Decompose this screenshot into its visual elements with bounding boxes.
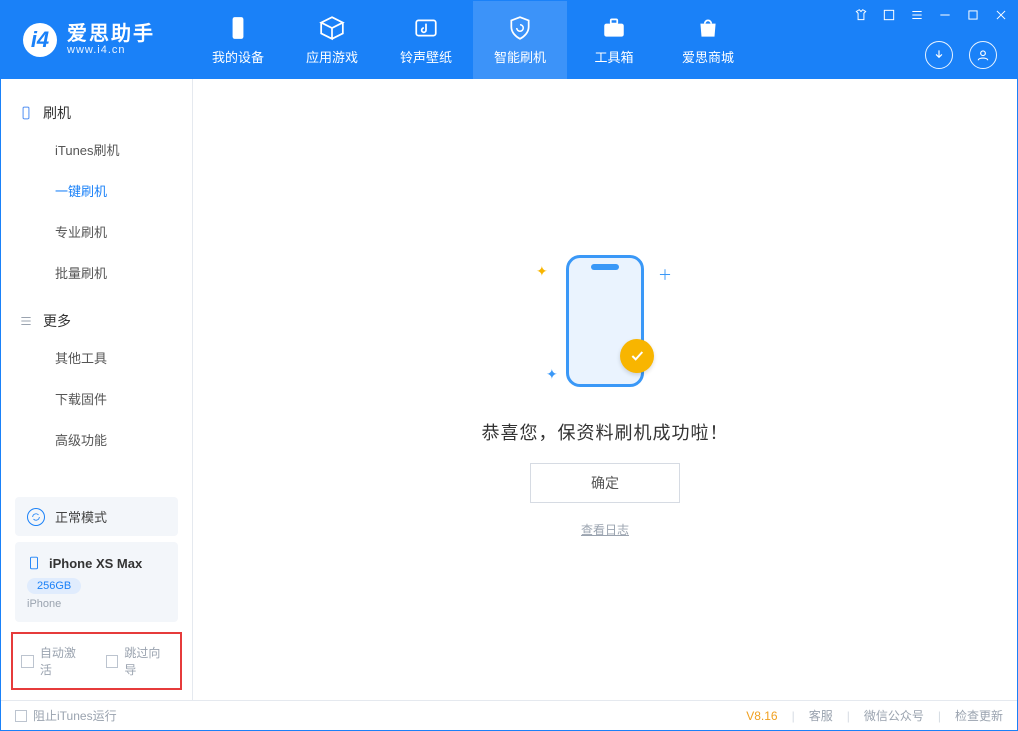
ok-button[interactable]: 确定: [530, 463, 680, 503]
separator: |: [847, 709, 850, 723]
window-controls: [853, 7, 1009, 23]
checkbox-label: 自动激活: [40, 644, 88, 678]
view-log-link[interactable]: 查看日志: [581, 521, 629, 538]
device-capacity: 256GB: [27, 578, 81, 594]
main-content: ✦ ＋ ✦ 恭喜您，保资料刷机成功啦！ 确定 查看日志: [193, 79, 1017, 700]
nav-toolbox[interactable]: 工具箱: [567, 1, 661, 79]
shield-sync-icon: [507, 15, 533, 41]
sync-icon: [27, 508, 45, 526]
device-card[interactable]: iPhone XS Max 256GB iPhone: [15, 542, 178, 622]
sidebar-group-label: 更多: [43, 311, 71, 331]
app-name: 爱思助手: [67, 24, 155, 44]
phone-icon: [19, 106, 33, 120]
success-text: 恭喜您，保资料刷机成功啦！: [482, 419, 729, 445]
checkbox-skip-guide[interactable]: 跳过向导: [106, 644, 173, 678]
customer-service-link[interactable]: 客服: [809, 707, 833, 724]
nav-store[interactable]: 爱思商城: [661, 1, 755, 79]
account-button[interactable]: [969, 41, 997, 69]
sidebar-item-pro-flash[interactable]: 专业刷机: [1, 211, 192, 252]
spark-icon: ✦: [546, 366, 558, 383]
checkbox-label: 跳过向导: [124, 644, 172, 678]
mode-label: 正常模式: [55, 507, 107, 526]
tshirt-icon[interactable]: [853, 7, 869, 23]
download-button[interactable]: [925, 41, 953, 69]
top-nav: 我的设备 应用游戏 铃声壁纸 智能刷机 工具箱 爱思商城: [191, 1, 755, 79]
nav-label: 应用游戏: [306, 47, 358, 66]
app-logo: i4 爱思助手 www.i4.cn: [1, 1, 191, 79]
sidebar-item-advanced[interactable]: 高级功能: [1, 419, 192, 460]
nav-smart-flash[interactable]: 智能刷机: [473, 1, 567, 79]
sidebar-group-more: 更多: [1, 301, 192, 337]
sidebar-item-other-tools[interactable]: 其他工具: [1, 337, 192, 378]
cube-icon: [319, 15, 345, 41]
logo-icon: i4: [23, 23, 57, 57]
status-bar: 阻止iTunes运行 V8.16 | 客服 | 微信公众号 | 检查更新: [1, 700, 1017, 730]
list-icon: [19, 314, 33, 328]
check-badge-icon: [620, 339, 654, 373]
menu-icon[interactable]: [909, 7, 925, 23]
check-update-link[interactable]: 检查更新: [955, 707, 1003, 724]
nav-label: 铃声壁纸: [400, 47, 452, 66]
device-name: iPhone XS Max: [49, 556, 142, 571]
sidebar-item-one-key-flash[interactable]: 一键刷机: [1, 170, 192, 211]
sidebar-group-label: 刷机: [43, 103, 71, 123]
music-folder-icon: [413, 15, 439, 41]
nav-apps-games[interactable]: 应用游戏: [285, 1, 379, 79]
nav-my-device[interactable]: 我的设备: [191, 1, 285, 79]
checkbox-label: 阻止iTunes运行: [33, 707, 117, 724]
checkbox-box-icon: [21, 655, 34, 668]
version-label: V8.16: [746, 709, 777, 723]
separator: |: [938, 709, 941, 723]
wechat-link[interactable]: 微信公众号: [864, 707, 924, 724]
maximize-icon[interactable]: [965, 7, 981, 23]
sidebar-group-flash: 刷机: [1, 93, 192, 129]
sidebar-item-itunes-flash[interactable]: iTunes刷机: [1, 129, 192, 170]
close-icon[interactable]: [993, 7, 1009, 23]
app-header: i4 爱思助手 www.i4.cn 我的设备 应用游戏 铃声壁纸 智能刷机 工具…: [1, 1, 1017, 79]
sidebar-item-download-fw[interactable]: 下载固件: [1, 378, 192, 419]
checkbox-auto-activate[interactable]: 自动激活: [21, 644, 88, 678]
sidebar: 刷机 iTunes刷机 一键刷机 专业刷机 批量刷机 更多 其他工具 下载固件 …: [1, 79, 193, 700]
app-url: www.i4.cn: [67, 44, 155, 56]
device-type: iPhone: [27, 598, 166, 610]
success-illustration: ✦ ＋ ✦: [500, 241, 710, 401]
nav-label: 工具箱: [594, 47, 633, 66]
device-icon: [225, 15, 251, 41]
highlighted-checkbox-row: 自动激活 跳过向导: [11, 632, 182, 690]
checkbox-box-icon: [15, 710, 27, 722]
sidebar-bottom: 正常模式 iPhone XS Max 256GB iPhone 自动激活 跳过向…: [1, 491, 192, 700]
minimize-icon[interactable]: [937, 7, 953, 23]
nav-ring-wall[interactable]: 铃声壁纸: [379, 1, 473, 79]
checkbox-block-itunes[interactable]: 阻止iTunes运行: [15, 707, 117, 724]
nav-label: 我的设备: [212, 47, 264, 66]
checkbox-box-icon: [106, 655, 119, 668]
spark-icon: ✦: [536, 263, 548, 280]
toolbox-icon: [601, 15, 627, 41]
mode-card[interactable]: 正常模式: [15, 497, 178, 536]
phone-icon: [27, 554, 41, 572]
sidebar-item-batch-flash[interactable]: 批量刷机: [1, 252, 192, 293]
header-right-icons: [925, 41, 997, 69]
bag-icon: [695, 15, 721, 41]
spark-icon: ＋: [658, 265, 672, 285]
nav-label: 爱思商城: [682, 47, 734, 66]
box-icon[interactable]: [881, 7, 897, 23]
main-body: 刷机 iTunes刷机 一键刷机 专业刷机 批量刷机 更多 其他工具 下载固件 …: [1, 79, 1017, 700]
nav-label: 智能刷机: [494, 47, 546, 66]
separator: |: [792, 709, 795, 723]
